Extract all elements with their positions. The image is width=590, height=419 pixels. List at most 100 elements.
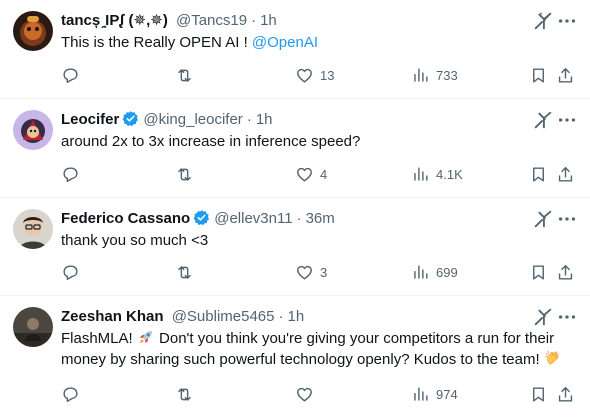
views-button[interactable]: 699 [411, 261, 458, 283]
like-button[interactable]: 4 [295, 163, 327, 185]
timestamp[interactable]: 1h [256, 111, 273, 128]
share-button[interactable] [556, 163, 575, 185]
separator-dot: · [296, 210, 302, 227]
views-count: 4.1K [436, 166, 463, 182]
separator-dot: · [278, 308, 284, 325]
repost-button[interactable] [175, 261, 200, 283]
rocket-emoji-icon [139, 331, 152, 344]
user-handle[interactable]: @ellev3n11 [214, 210, 292, 227]
tweet-text-line: FlashMLA! Don't you think you're giving … [61, 328, 576, 349]
display-name[interactable]: Federico Cassano [61, 210, 190, 227]
display-name[interactable]: Leocifer [61, 111, 119, 128]
views-button[interactable]: 733 [411, 64, 458, 86]
views-icon [414, 264, 428, 279]
repost-icon [178, 387, 191, 401]
tweet[interactable]: Zeeshan Khan @Sublime5465 · 1h FlashMLA! D… [0, 296, 590, 419]
like-count: 4 [320, 166, 328, 182]
separator-dot: · [251, 12, 257, 29]
bookmark-button[interactable] [529, 383, 548, 405]
avatar[interactable] [13, 11, 53, 51]
views-icon [414, 67, 428, 82]
mention-link[interactable]: @OpenAI [252, 34, 318, 51]
display-name[interactable]: tancșˏ͙IPᶘ (✵,✵) [61, 12, 168, 29]
share-button[interactable] [556, 261, 575, 283]
more-icon[interactable] [556, 208, 578, 230]
views-count: 974 [436, 386, 458, 402]
bookmark-button[interactable] [529, 64, 548, 86]
more-icon[interactable] [556, 109, 578, 131]
grok-icon[interactable] [532, 109, 554, 131]
verified-badge-icon [193, 210, 210, 226]
avatar[interactable] [13, 110, 53, 150]
tweet-text: around 2x to 3x increase in inference sp… [61, 133, 361, 150]
bookmark-icon [533, 386, 544, 402]
views-button[interactable]: 974 [411, 383, 458, 405]
reply-icon [63, 67, 78, 83]
tweet-text: thank you so much <3 [61, 232, 209, 249]
verified-badge-icon [122, 111, 139, 127]
views-icon [414, 166, 428, 181]
avatar[interactable] [13, 209, 53, 249]
separator-dot: · [246, 111, 252, 128]
tweet[interactable]: Leocifer @king_leocifer · 1h around 2x to 3… [0, 99, 590, 198]
heart-icon [297, 167, 312, 182]
like-count: 13 [320, 67, 335, 83]
user-handle[interactable]: @Tancs19 [176, 12, 247, 29]
reply-button[interactable] [61, 163, 86, 185]
user-handle[interactable]: @king_leocifer [143, 111, 242, 128]
tweet-text-segment: money by sharing such powerful technolog… [61, 351, 544, 368]
share-icon [558, 264, 573, 280]
views-icon [414, 386, 428, 401]
timestamp[interactable]: 36m [306, 210, 335, 227]
clapping-hands-emoji-icon [544, 350, 559, 365]
tweet[interactable]: tancșˏ͙IPᶘ (✵,✵) @Tancs19 · 1h This is th… [0, 0, 590, 99]
bookmark-icon [533, 264, 544, 280]
heart-icon [297, 387, 312, 402]
reply-button[interactable] [61, 64, 86, 86]
bookmark-icon [533, 67, 544, 83]
repost-button[interactable] [175, 163, 200, 185]
views-count: 733 [436, 67, 458, 83]
repost-icon [178, 68, 191, 82]
share-button[interactable] [556, 64, 575, 86]
views-count: 699 [436, 264, 458, 280]
share-icon [558, 386, 573, 402]
timestamp[interactable]: 1h [260, 12, 277, 29]
reply-icon [63, 264, 78, 280]
heart-icon [297, 68, 312, 83]
heart-icon [297, 265, 312, 280]
like-button[interactable] [295, 383, 320, 405]
user-handle[interactable]: @Sublime5465 [172, 308, 275, 325]
avatar[interactable] [13, 307, 53, 347]
views-button[interactable]: 4.1K [411, 163, 463, 185]
reply-button[interactable] [61, 261, 86, 283]
display-name[interactable]: Zeeshan Khan [61, 308, 164, 325]
share-button[interactable] [556, 383, 575, 405]
repost-icon [178, 167, 191, 181]
timestamp[interactable]: 1h [288, 308, 305, 325]
bookmark-icon [533, 166, 544, 182]
reply-feed: tancșˏ͙IPᶘ (✵,✵) @Tancs19 · 1h This is th… [0, 0, 590, 419]
bookmark-button[interactable] [529, 163, 548, 185]
reply-icon [63, 166, 78, 182]
more-icon[interactable] [556, 10, 578, 32]
bookmark-button[interactable] [529, 261, 548, 283]
tweet-text-segment: FlashMLA! [61, 330, 137, 347]
tweet-text-body: This is the Really OPEN AI ! [61, 34, 252, 51]
repost-button[interactable] [175, 64, 200, 86]
share-icon [558, 166, 573, 182]
repost-button[interactable] [175, 383, 200, 405]
like-button[interactable]: 3 [295, 261, 327, 283]
repost-icon [178, 265, 191, 279]
more-icon[interactable] [556, 306, 578, 328]
tweet-text: FlashMLA! Don't you think you're giving … [61, 328, 576, 370]
tweet-text-segment: Don't you think you're giving your compe… [154, 330, 555, 347]
reply-button[interactable] [61, 383, 86, 405]
reply-icon [63, 386, 78, 402]
grok-icon[interactable] [532, 208, 554, 230]
grok-icon[interactable] [532, 10, 554, 32]
like-button[interactable]: 13 [295, 64, 334, 86]
grok-icon[interactable] [532, 306, 554, 328]
tweet-text-line: money by sharing such powerful technolog… [61, 349, 576, 370]
tweet[interactable]: Federico Cassano @ellev3n11 · 36m thank you… [0, 198, 590, 296]
